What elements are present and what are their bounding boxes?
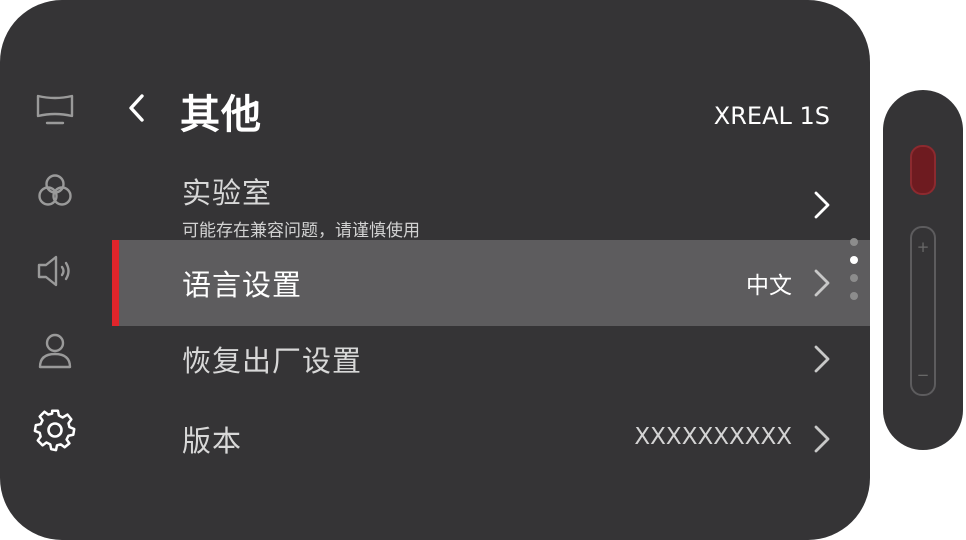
menu-item-language[interactable]: 语言设置 中文 — [112, 240, 870, 326]
chevron-left-icon — [129, 94, 144, 122]
chevron-right-icon — [814, 269, 830, 297]
sidebar-item-other[interactable] — [32, 407, 78, 453]
page-title: 其他 — [180, 92, 262, 138]
back-button[interactable] — [118, 88, 154, 128]
sidebar-item-account[interactable] — [32, 328, 78, 374]
menu-item-lab[interactable]: 实验室 可能存在兼容问题，请谨慎使用 — [112, 166, 870, 241]
plus-label: + — [916, 238, 930, 256]
menu-item-value: XXXXXXXXXX — [634, 424, 792, 450]
volume-slider[interactable]: + − — [910, 226, 936, 396]
minus-label: − — [916, 366, 930, 384]
menu-item-label: 实验室 — [182, 176, 273, 210]
chevron-right-icon — [814, 425, 830, 453]
menu-item-version[interactable]: 版本 XXXXXXXXXX — [112, 406, 870, 472]
selection-indicator — [112, 240, 119, 326]
menu-item-label: 恢复出厂设置 — [182, 344, 363, 378]
gear-icon — [33, 409, 76, 452]
display-icon — [36, 94, 74, 125]
scroll-dot — [850, 274, 858, 282]
sidebar-item-color[interactable] — [32, 168, 78, 214]
device-name: XREAL 1S — [713, 102, 830, 130]
sidebar-item-display[interactable] — [32, 86, 78, 132]
side-button[interactable] — [910, 145, 936, 195]
scroll-dot — [850, 238, 858, 246]
menu-item-value: 中文 — [746, 273, 792, 299]
sidebar-item-sound[interactable] — [32, 248, 78, 294]
side-controller: + − — [883, 90, 963, 450]
user-icon — [38, 333, 72, 369]
menu-item-label: 版本 — [182, 424, 243, 458]
menu-item-subtitle: 可能存在兼容问题，请谨慎使用 — [182, 221, 420, 241]
settings-panel: 其他 XREAL 1S 实验室 可能存在兼容问题，请谨慎使用 语言设置 中文 恢… — [0, 0, 870, 540]
speaker-icon — [37, 255, 70, 287]
color-circles-icon — [38, 174, 72, 206]
menu-item-factory-reset[interactable]: 恢复出厂设置 — [112, 326, 870, 392]
scroll-dot — [850, 292, 858, 300]
chevron-right-icon — [814, 345, 830, 373]
menu-item-label: 语言设置 — [182, 268, 303, 302]
chevron-right-icon — [814, 191, 830, 219]
scroll-indicator — [848, 238, 860, 304]
scroll-dot-active — [850, 256, 858, 264]
